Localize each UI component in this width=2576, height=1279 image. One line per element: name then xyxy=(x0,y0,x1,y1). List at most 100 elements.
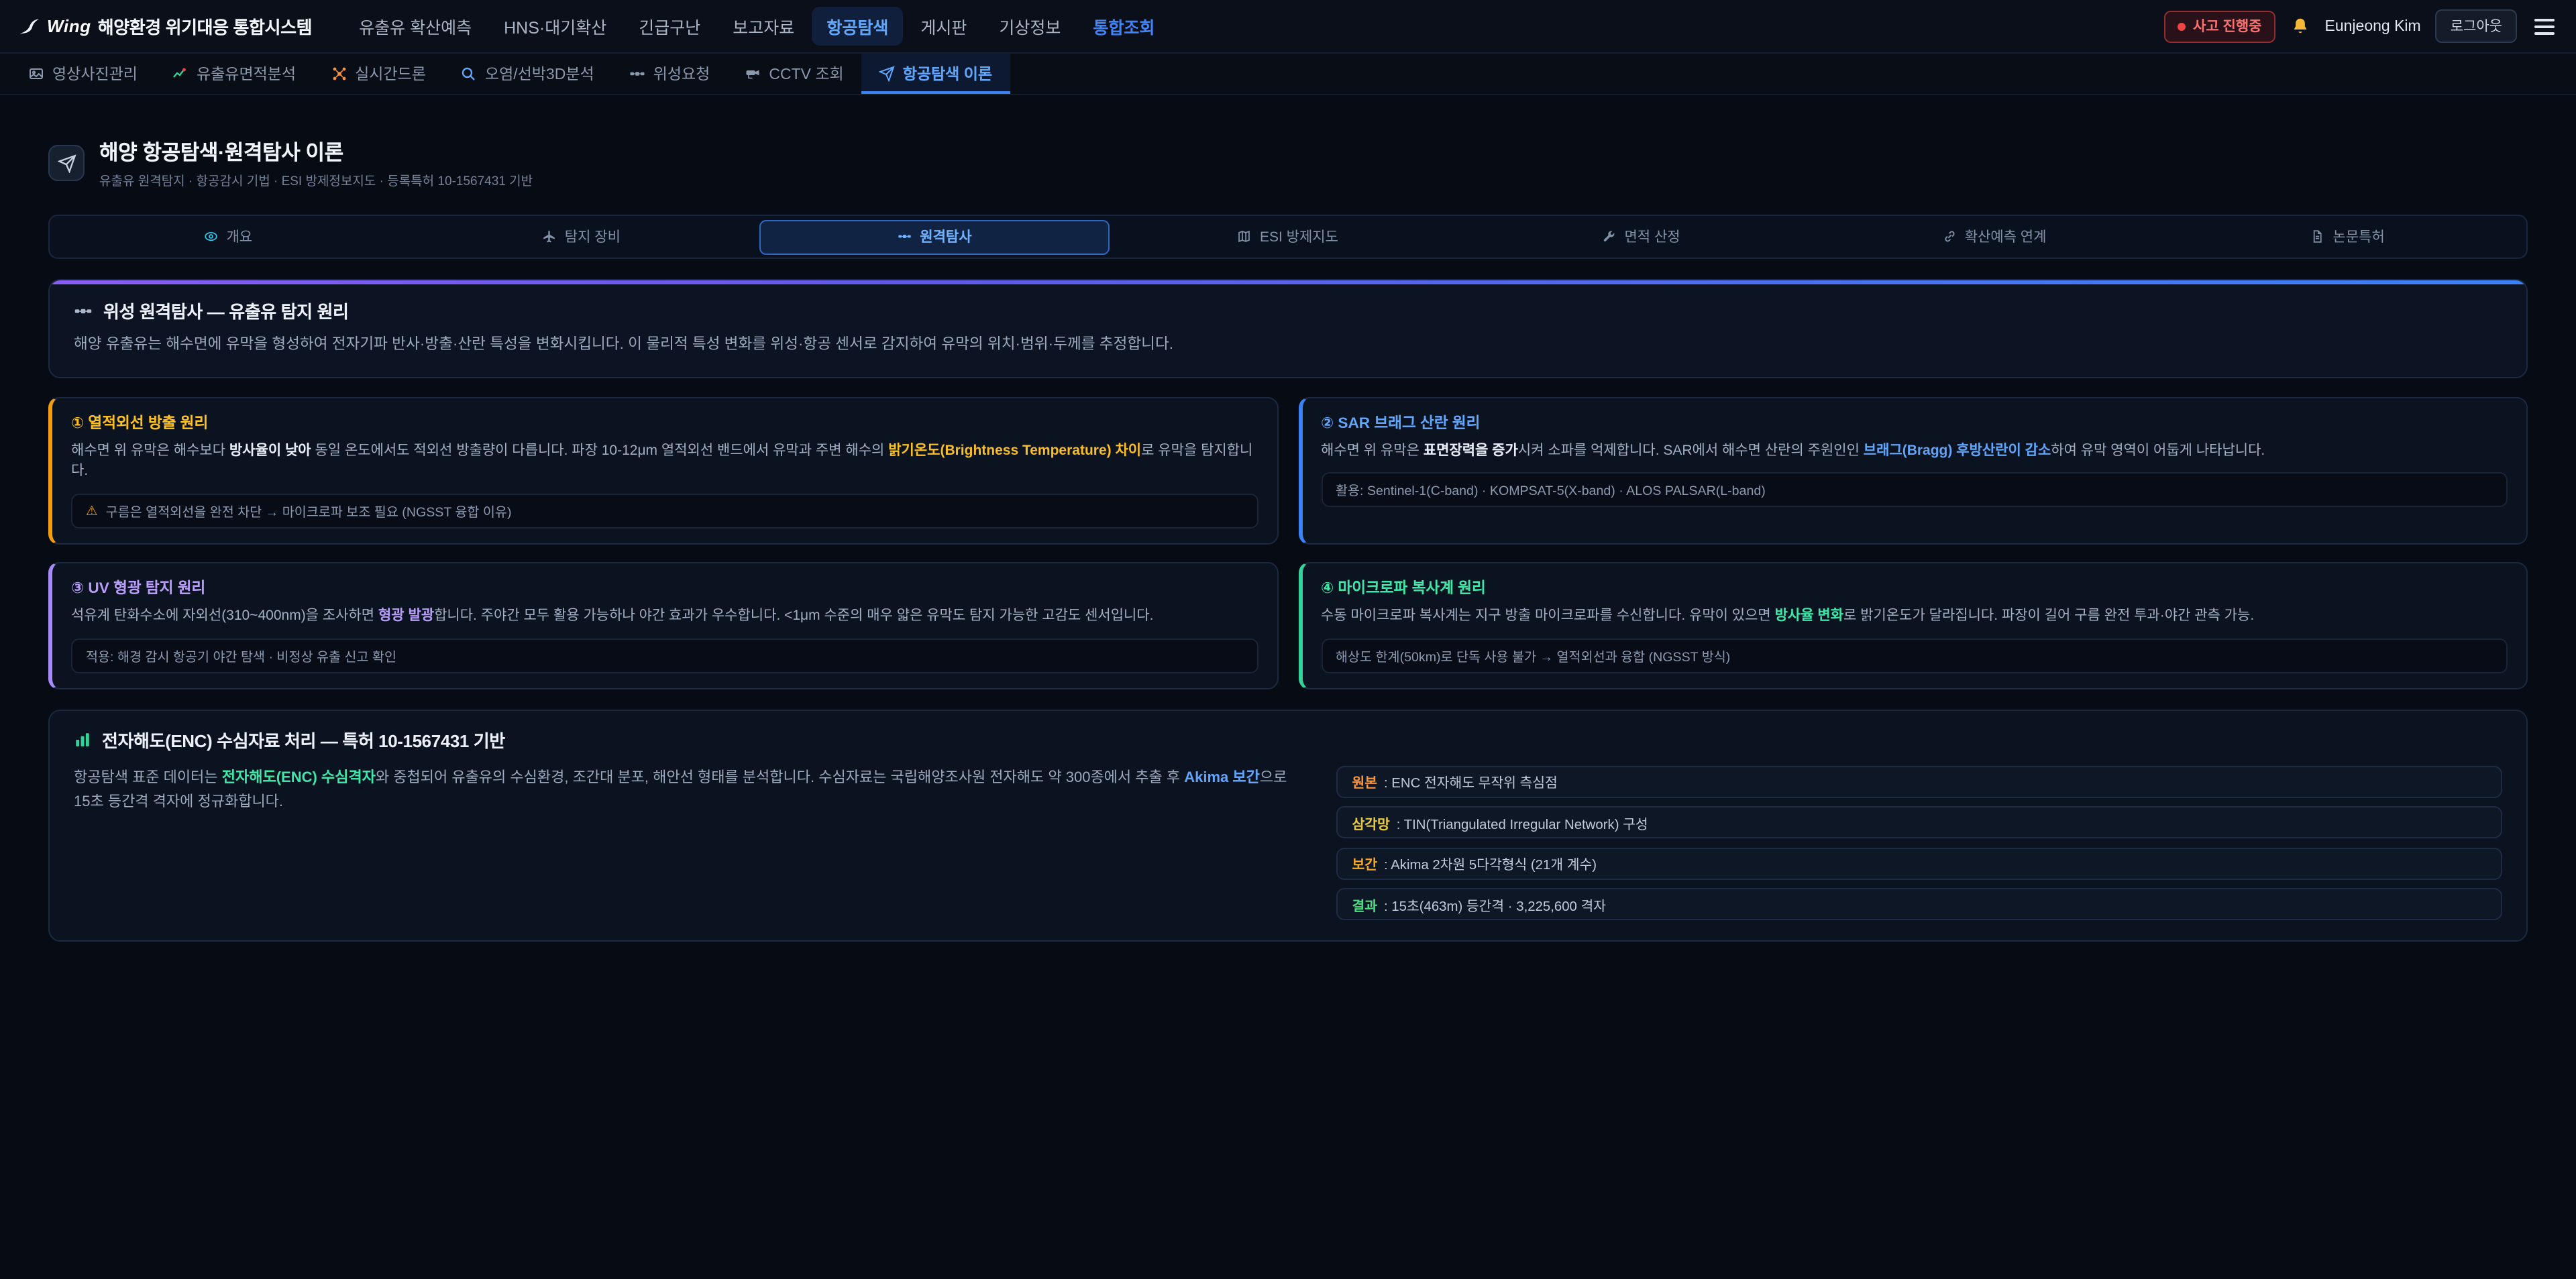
incident-status-badge[interactable]: 사고 진행중 xyxy=(2163,10,2275,42)
nav-item-emergency-rescue[interactable]: 긴급구난 xyxy=(624,7,715,46)
card-note: 활용: Sentinel-1(C-band) · KOMPSAT-5(X-ban… xyxy=(1321,473,2508,508)
map-icon xyxy=(1238,230,1252,244)
nav-item-weather[interactable]: 기상정보 xyxy=(984,7,1075,46)
card-microwave-radiometer: ④ 마이크로파 복사계 원리 수동 마이크로파 복사계는 지구 방출 마이크로파… xyxy=(1298,562,2528,689)
enc-description: 항공탐색 표준 데이터는 전자해도(ENC) 수심격자와 중첩되어 유출유의 수… xyxy=(74,766,1298,815)
tab-esi-map[interactable]: ESI 방제지도 xyxy=(1113,219,1464,254)
brand-title: 해양환경 위기대응 통합시스템 xyxy=(98,13,312,39)
card-text-accent: 밝기온도(Brightness Temperature) 차이 xyxy=(888,442,1141,458)
enc-row-desc: : Akima 2차원 5다각형식 (21개 계수) xyxy=(1384,854,1597,874)
remote-sensing-title: 위성 원격탐사 — 유출유 탐지 원리 xyxy=(103,298,349,323)
card-text-strong: 방사율이 낮아 xyxy=(229,442,311,458)
subnav-item-live-drone[interactable]: 실시간드론 xyxy=(313,54,443,94)
tab-label: 논문특허 xyxy=(2333,227,2385,247)
enc-row-desc: : TIN(Triangulated Irregular Network) 구성 xyxy=(1397,813,1648,833)
photo-icon xyxy=(28,66,44,82)
top-navbar: Wing 해양환경 위기대응 통합시스템 유출유 확산예측 HNS·대기확산 긴… xyxy=(0,0,2576,54)
logout-button[interactable]: 로그아웃 xyxy=(2436,9,2517,43)
card-text: 시켜 소파를 억제합니다. SAR에서 해수면 산란의 주원인인 xyxy=(1518,442,1864,458)
tab-papers-patents[interactable]: 논문특허 xyxy=(2172,219,2523,254)
tab-remote-sensing[interactable]: 원격탐사 xyxy=(759,219,1110,254)
card-body: 해수면 위 유막은 표면장력을 증가시켜 소파를 억제합니다. SAR에서 해수… xyxy=(1321,441,2508,462)
enc-row-interpolation: 보간 : Akima 2차원 5다각형식 (21개 계수) xyxy=(1336,848,2502,880)
page-title: 해양 항공탐색·원격탐사 이론 xyxy=(99,137,533,166)
app-root: Wing 해양환경 위기대응 통합시스템 유출유 확산예측 HNS·대기확산 긴… xyxy=(0,0,2576,1279)
nav-item-air-search[interactable]: 항공탐색 xyxy=(812,7,903,46)
notification-bell-icon[interactable] xyxy=(2290,16,2310,36)
card-text-accent: 형광 발광 xyxy=(378,608,434,624)
topnav-right-cluster: 사고 진행중 Eunjeong Kim 로그아웃 xyxy=(2163,9,2557,43)
enc-text-accent: Akima 보간 xyxy=(1184,770,1260,786)
primary-menu: 유출유 확산예측 HNS·대기확산 긴급구난 보고자료 항공탐색 게시판 기상정… xyxy=(344,7,1169,46)
subnav-label: 위성요청 xyxy=(653,63,710,85)
card-thermal-infrared: ① 열적외선 방출 원리 해수면 위 유막은 해수보다 방사율이 낮아 동일 온… xyxy=(48,396,1278,545)
card-title: ① 열적외선 방출 원리 xyxy=(71,411,1258,433)
nav-item-hns-dispersion[interactable]: HNS·대기확산 xyxy=(489,7,621,46)
tab-diffusion-link[interactable]: 확산예측 연계 xyxy=(1819,219,2170,254)
bar-chart-icon xyxy=(74,731,91,748)
brand-mark-text: Wing xyxy=(47,16,91,36)
card-uv-fluorescence: ③ UV 형광 탐지 원리 석유계 탄화수소에 자외선(310~400nm)을 … xyxy=(48,562,1278,689)
subnav-item-area-analysis[interactable]: 유출유면적분석 xyxy=(155,54,313,94)
card-text: 동일 온도에서도 적외선 방출량이 다릅니다. 파장 10-12μm 열적외선 … xyxy=(311,442,889,458)
enc-row-desc: : 15초(463m) 등간격 · 3,225,600 격자 xyxy=(1384,895,1606,915)
nav-item-spill-forecast[interactable]: 유출유 확산예측 xyxy=(344,7,486,46)
nav-item-reports[interactable]: 보고자료 xyxy=(718,7,809,46)
nav-item-board[interactable]: 게시판 xyxy=(906,7,981,46)
subnav-label: 유출유면적분석 xyxy=(197,63,296,85)
satellite-icon xyxy=(74,301,93,320)
tab-label: 면적 산정 xyxy=(1624,227,1680,247)
card-text: 수동 마이크로파 복사계는 지구 방출 마이크로파를 수신합니다. 유막이 있으… xyxy=(1321,608,1775,624)
tab-detection-equipment[interactable]: 탐지 장비 xyxy=(407,219,757,254)
paper-plane-icon xyxy=(57,154,76,172)
subnav-item-pollution-ship-3d[interactable]: 오염/선박3D분석 xyxy=(443,54,612,94)
tab-label: 탐지 장비 xyxy=(565,227,621,247)
link-icon xyxy=(1943,230,1957,244)
subnav-item-air-search-theory[interactable]: 항공탐색 이론 xyxy=(861,54,1010,94)
card-title: ④ 마이크로파 복사계 원리 xyxy=(1321,577,2508,598)
card-note-text: 활용: Sentinel-1(C-band) · KOMPSAT-5(X-ban… xyxy=(1336,481,1766,500)
app-logo[interactable]: Wing 해양환경 위기대응 통합시스템 xyxy=(19,13,312,39)
magnifier-icon xyxy=(461,66,477,82)
enc-text: 와 중첩되어 유출유의 수심환경, 조간대 분포, 해안선 형태를 분석합니다.… xyxy=(376,770,1184,786)
subnav-label: 영상사진관리 xyxy=(52,63,138,85)
tab-label: ESI 방제지도 xyxy=(1260,227,1338,247)
drone-icon xyxy=(331,66,347,82)
card-note-text: 해상도 한계(50km)로 단독 사용 불가 → 열적외선과 융합 (NGSST… xyxy=(1336,647,1730,665)
subnav-item-photo-management[interactable]: 영상사진관리 xyxy=(11,54,155,94)
tab-overview[interactable]: 개요 xyxy=(53,219,404,254)
card-text: 로 밝기온도가 달라집니다. 파장이 길어 구름 완전 투과·야간 관측 가능. xyxy=(1843,608,2254,624)
enc-body: 항공탐색 표준 데이터는 전자해도(ENC) 수심격자와 중첩되어 유출유의 수… xyxy=(74,766,2502,921)
enc-row-label: 삼각망 xyxy=(1352,813,1389,833)
enc-text-accent: 전자해도(ENC) 수심격자 xyxy=(222,770,376,786)
cctv-icon xyxy=(745,66,761,82)
card-title: ② SAR 브래그 산란 원리 xyxy=(1321,411,2508,433)
subnav-label: 실시간드론 xyxy=(355,63,426,85)
main-content: 해양 항공탐색·원격탐사 이론 유출유 원격탐지 · 항공감시 기법 · ESI… xyxy=(0,137,2576,942)
card-body: 해수면 위 유막은 해수보다 방사율이 낮아 동일 온도에서도 적외선 방출량이… xyxy=(71,441,1258,483)
remote-sensing-header: 위성 원격탐사 — 유출유 탐지 원리 xyxy=(74,298,2502,323)
enc-row-result: 결과 : 15초(463m) 등간격 · 3,225,600 격자 xyxy=(1336,889,2502,921)
principle-cards: ① 열적외선 방출 원리 해수면 위 유막은 해수보다 방사율이 낮아 동일 온… xyxy=(48,396,2528,689)
card-note: 해상도 한계(50km)로 단독 사용 불가 → 열적외선과 융합 (NGSST… xyxy=(1321,638,2508,673)
enc-header: 전자해도(ENC) 수심자료 처리 — 특허 10-1567431 기반 xyxy=(74,727,2502,753)
enc-title: 전자해도(ENC) 수심자료 처리 — 특허 10-1567431 기반 xyxy=(102,727,505,753)
wrench-icon xyxy=(1602,230,1616,244)
card-text-accent: 브래그(Bragg) 후방산란이 감소 xyxy=(1864,442,2051,458)
page-icon xyxy=(48,145,85,181)
subnav-item-cctv[interactable]: CCTV 조회 xyxy=(727,54,861,94)
subnav-item-satellite-request[interactable]: 위성요청 xyxy=(612,54,728,94)
card-text: 합니다. 주야간 모두 활용 가능하나 야간 효과가 우수합니다. <1μm 수… xyxy=(434,608,1153,624)
page-title-block: 해양 항공탐색·원격탐사 이론 유출유 원격탐지 · 항공감시 기법 · ESI… xyxy=(99,137,533,189)
area-analysis-icon xyxy=(172,66,189,82)
enc-row-source: 원본 : ENC 전자해도 무작위 측심점 xyxy=(1336,766,2502,798)
eye-icon xyxy=(204,230,218,244)
enc-bathymetry-panel: 전자해도(ENC) 수심자료 처리 — 특허 10-1567431 기반 항공탐… xyxy=(48,710,2528,942)
tab-area-calculation[interactable]: 면적 산정 xyxy=(1466,219,1817,254)
user-name: Eunjeong Kim xyxy=(2325,18,2421,34)
satellite-icon xyxy=(629,66,645,82)
nav-item-integrated-search[interactable]: 통합조회 xyxy=(1078,7,1169,46)
incident-dot-icon xyxy=(2177,22,2185,30)
card-note: ⚠ 구름은 열적외선을 완전 차단 → 마이크로파 보조 필요 (NGSST 융… xyxy=(71,494,1258,529)
hamburger-menu-icon[interactable] xyxy=(2532,15,2557,37)
